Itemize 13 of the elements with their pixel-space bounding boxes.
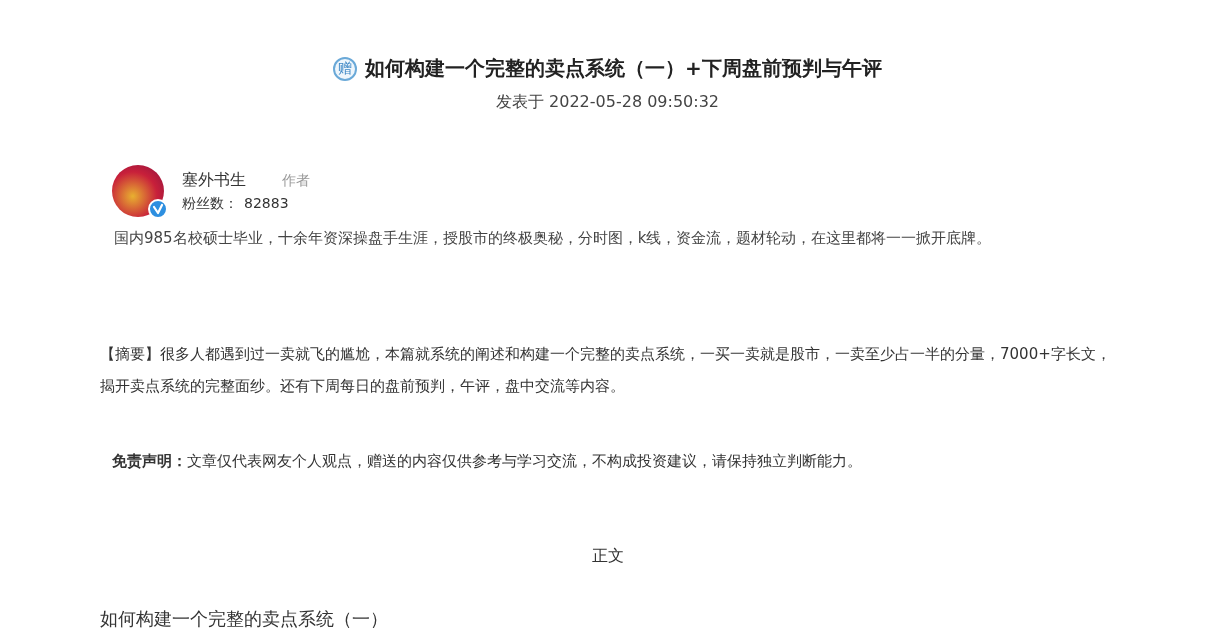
- summary-text: 【摘要】很多人都遇到过一卖就飞的尴尬，本篇就系统的阐述和构建一个完整的卖点系统，一买一卖就是股市，一卖至少占一半的分量，7000+字长文，揭开卖点系统的完整面纱。还有下周每日的盘前预判，午评，盘中交流等内容。: [100, 344, 1112, 397]
- author-name[interactable]: 塞外书生: [182, 169, 246, 191]
- disclaimer-text: 免责声明：文章仅代表网友个人观点，赠送的内容仅供参考与学习交流，不构成投资建议，请保持独立判断能力。: [112, 452, 863, 471]
- article-title: 如何构建一个完整的卖点系统（一）+下周盘前预判与午评: [365, 55, 882, 82]
- avatar[interactable]: [112, 165, 164, 217]
- followers-label: 粉丝数：: [182, 194, 238, 213]
- author-role: 作者: [282, 171, 310, 190]
- author-bio: 国内985名校硕士毕业，十余年资深操盘手生涯，授股市的终极奥秘，分时图，k线，资金流，题材轮动，在这里都将一一掀开底牌。: [114, 229, 993, 248]
- followers-count: 82883: [244, 194, 289, 211]
- publish-date: 发表于 2022-05-28 09:50:32: [495, 92, 720, 113]
- section-heading: 如何构建一个完整的卖点系统（一）: [100, 607, 389, 629]
- gift-badge: 赠: [333, 56, 358, 81]
- body-label: 正文: [590, 546, 625, 567]
